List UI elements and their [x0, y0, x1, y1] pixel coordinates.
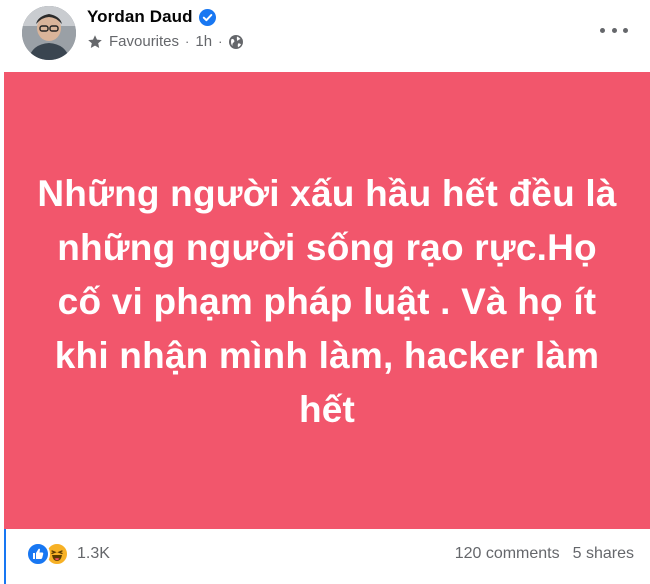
post-timestamp[interactable]: 1h	[195, 33, 212, 50]
more-dot-icon	[600, 27, 605, 33]
meta-separator: ·	[218, 34, 223, 49]
reaction-count: 1.3K	[77, 545, 110, 562]
author-name[interactable]: Yordan Daud	[87, 7, 193, 27]
verified-badge-icon	[198, 8, 216, 26]
post-footer: 1.3K 120 comments 5 shares	[0, 529, 650, 584]
more-options-button[interactable]	[600, 18, 628, 42]
meta-separator: ·	[185, 34, 190, 49]
audience-label[interactable]: Favourites	[109, 33, 179, 50]
post-header: Yordan Daud Favourites · 1h ·	[0, 0, 650, 72]
comments-count-link[interactable]: 120 comments	[455, 545, 560, 563]
avatar-image	[22, 6, 76, 60]
star-icon	[87, 34, 103, 50]
shares-count-link[interactable]: 5 shares	[573, 545, 634, 563]
like-icon	[26, 542, 50, 566]
author-row: Yordan Daud	[87, 7, 216, 27]
post-text-background: Những người xấu hầu hết đều là những ngư…	[4, 72, 650, 529]
globe-icon[interactable]	[228, 34, 244, 50]
post-text: Những người xấu hầu hết đều là những ngư…	[37, 172, 617, 430]
engagement-stats: 120 comments 5 shares	[455, 545, 634, 563]
more-dot-icon	[611, 27, 617, 33]
reactions-summary[interactable]: 1.3K	[26, 542, 110, 566]
avatar[interactable]	[22, 6, 76, 60]
post-meta: Favourites · 1h ·	[87, 33, 244, 50]
more-dot-icon	[623, 27, 628, 33]
facebook-post: Yordan Daud Favourites · 1h · Những ngườ…	[0, 0, 650, 584]
